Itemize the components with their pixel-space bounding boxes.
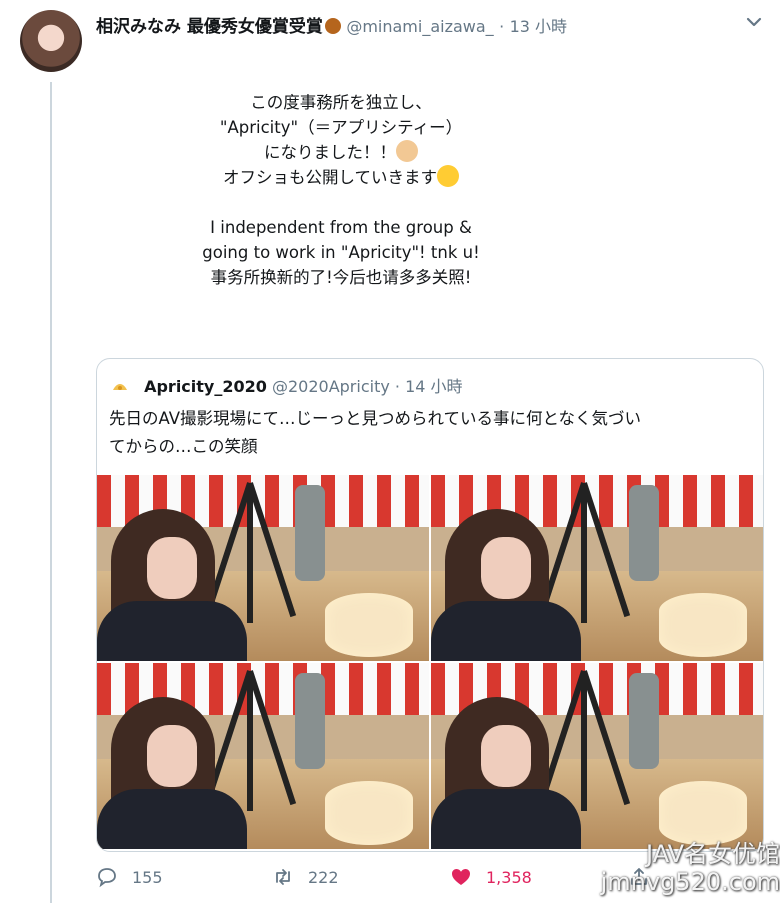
photo-grid bbox=[97, 475, 763, 851]
quoted-handle[interactable]: @2020Apricity bbox=[272, 377, 390, 396]
tweet-line: "Apricity"（＝アプリシティー） bbox=[219, 118, 463, 137]
tweet-header: 相沢みなみ 最優秀女優賞受賞 @minami_aizawa_ · 13 小時 bbox=[96, 12, 567, 37]
watermark-title: JAV名女优馆 bbox=[646, 840, 780, 868]
retweet-icon bbox=[276, 869, 290, 885]
photo-2[interactable] bbox=[431, 475, 763, 661]
tweet-line: 事务所换新的了!今后也请多多关照! bbox=[210, 268, 472, 287]
timestamp[interactable]: 13 小時 bbox=[510, 17, 567, 36]
quoted-tweet-header: Apricity_2020 @2020Apricity · 14 小時 bbox=[111, 373, 463, 397]
photo-1[interactable] bbox=[97, 475, 429, 661]
watermark-url: jmnvg520.com bbox=[600, 868, 780, 896]
quoted-tweet-card[interactable]: Apricity_2020 @2020Apricity · 14 小時 先日のA… bbox=[96, 358, 764, 852]
watermark: JAV名女优馆 jmnvg520.com bbox=[590, 840, 780, 896]
tweet-line-with-emoji: になりました！！ bbox=[96, 140, 586, 165]
thread-line bbox=[50, 82, 52, 903]
quoted-text-line: てからの…この笑顔 bbox=[109, 437, 258, 456]
wink-emoji-icon bbox=[437, 165, 459, 187]
reply-count: 155 bbox=[132, 867, 163, 887]
photo-3[interactable] bbox=[97, 663, 429, 849]
display-name[interactable]: 相沢みなみ 最優秀女優賞受賞 bbox=[96, 17, 323, 37]
tweet-line: この度事務所を独立し、 bbox=[250, 93, 432, 112]
bear-emoji-icon bbox=[324, 18, 341, 34]
tweet-spacer bbox=[96, 190, 586, 215]
separator-dot: · bbox=[499, 17, 505, 36]
like-count: 1,358 bbox=[486, 867, 532, 887]
quoted-text-line: 先日のAV撮影現場にて…じーっと見つめられている事に何となく気づい bbox=[109, 409, 642, 428]
tweet-line: going to work in "Apricity"! tnk u! bbox=[202, 243, 480, 262]
quoted-avatar-icon[interactable] bbox=[111, 377, 129, 395]
separator-dot: · bbox=[394, 377, 400, 396]
author-avatar[interactable] bbox=[20, 10, 82, 72]
clap-emoji-icon bbox=[396, 140, 418, 162]
like-action[interactable]: 1,358 bbox=[450, 866, 532, 888]
quoted-timestamp[interactable]: 14 小時 bbox=[405, 377, 462, 396]
photo-4[interactable] bbox=[431, 663, 763, 849]
tweet-text: この度事務所を独立し、 "Apricity"（＝アプリシティー） になりました！… bbox=[96, 90, 586, 290]
reply-action[interactable]: 155 bbox=[96, 866, 163, 888]
handle[interactable]: @minami_aizawa_ bbox=[346, 17, 493, 36]
quoted-tweet-text: 先日のAV撮影現場にて…じーっと見つめられている事に何となく気づい てからの…こ… bbox=[109, 405, 749, 461]
reply-icon bbox=[98, 868, 116, 888]
quoted-display-name[interactable]: Apricity_2020 bbox=[144, 377, 267, 396]
tweet-line: I independent from the group & bbox=[210, 218, 472, 237]
chevron-down-icon[interactable] bbox=[744, 12, 764, 32]
tweet-line-with-emoji: オフショも公開していきます bbox=[96, 165, 586, 190]
heart-icon bbox=[452, 869, 470, 885]
retweet-action[interactable]: 222 bbox=[272, 866, 339, 888]
retweet-count: 222 bbox=[308, 867, 339, 887]
